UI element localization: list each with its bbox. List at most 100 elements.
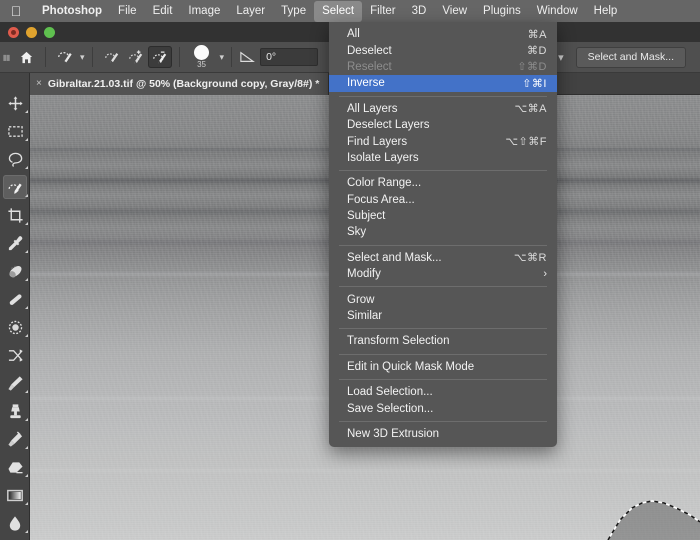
close-window-button[interactable]	[8, 26, 19, 38]
menubar-item-layer[interactable]: Layer	[228, 1, 273, 22]
menu-item-modify[interactable]: Modify ›	[329, 266, 557, 282]
menu-item-color-range[interactable]: Color Range...	[329, 175, 557, 191]
menu-item-label: Sky	[347, 226, 367, 239]
tool-flyout-indicator[interactable]	[25, 110, 28, 113]
angle-input[interactable]: 0°	[260, 48, 319, 66]
crop-tool[interactable]	[0, 201, 30, 229]
move-tool[interactable]	[0, 89, 30, 117]
divider	[45, 47, 46, 67]
quick-selection-preset-icon[interactable]	[53, 46, 77, 68]
select-menu-dropdown[interactable]: All ⌘A Deselect ⌘D Reselect ⇧⌘D Inverse ⇧⌘I All …	[329, 22, 557, 448]
menu-item-edit-in-quick-mask-mode[interactable]: Edit in Quick Mask Mode	[329, 359, 557, 375]
lasso-tool[interactable]	[0, 145, 30, 173]
history-brush-tool[interactable]	[0, 425, 30, 453]
tool-flyout-indicator[interactable]	[25, 418, 28, 421]
menu-item-inverse[interactable]: Inverse ⇧⌘I	[329, 75, 557, 92]
brush-size-preview[interactable]: 35	[187, 45, 217, 69]
tool-flyout-indicator[interactable]	[25, 194, 28, 197]
menubar-item-filter[interactable]: Filter	[362, 1, 404, 22]
tool-flyout-indicator[interactable]	[25, 474, 28, 477]
tool-preset-picker[interactable]: ▾	[53, 46, 85, 68]
tool-flyout-indicator[interactable]	[25, 222, 28, 225]
menu-item-transform-selection[interactable]: Transform Selection	[329, 333, 557, 349]
options-bar-grip[interactable]: ▮▮	[0, 42, 12, 73]
menubar-item-select[interactable]: Select	[314, 0, 363, 22]
tool-flyout-indicator[interactable]	[25, 334, 28, 337]
paintbrush-tool[interactable]	[0, 369, 30, 397]
menubar-item-type[interactable]: Type	[273, 1, 314, 22]
menu-item-new-3d-extrusion[interactable]: New 3D Extrusion	[329, 426, 557, 442]
spot-healing-brush-tool[interactable]	[0, 257, 30, 285]
eraser-tool[interactable]	[0, 453, 30, 481]
menu-item-subject[interactable]: Subject	[329, 208, 557, 224]
menu-item-select-and-mask[interactable]: Select and Mask... ⌥⌘R	[329, 250, 557, 266]
tool-flyout-indicator[interactable]	[25, 446, 28, 449]
angle-control[interactable]: 0°	[239, 48, 319, 66]
menu-item-label: Load Selection...	[347, 386, 433, 399]
home-icon[interactable]	[14, 46, 38, 68]
menubar-item-view[interactable]: View	[434, 1, 475, 22]
apple-logo-icon[interactable]: 	[8, 3, 24, 19]
menu-item-isolate-layers[interactable]: Isolate Layers	[329, 150, 557, 166]
selection-new-icon[interactable]	[100, 46, 124, 68]
menu-item-label: Find Layers	[347, 135, 408, 148]
content-aware-move-tool[interactable]	[0, 313, 30, 341]
chevron-down-icon[interactable]: ▾	[220, 52, 225, 63]
close-icon[interactable]: ×	[36, 78, 42, 89]
menu-item-load-selection[interactable]: Load Selection...	[329, 384, 557, 400]
menubar-item-edit[interactable]: Edit	[145, 1, 181, 22]
minimize-window-button[interactable]	[26, 26, 37, 38]
patch-tool[interactable]	[0, 285, 30, 313]
menubar-item-image[interactable]: Image	[180, 1, 228, 22]
quick-selection-tool[interactable]	[0, 173, 30, 201]
menu-separator	[339, 353, 547, 355]
menubar-item-photoshop[interactable]: Photoshop	[34, 1, 110, 22]
photoshop-window:  PhotoshopFileEditImageLayerTypeSelectF…	[0, 0, 700, 540]
menu-item-focus-area[interactable]: Focus Area...	[329, 192, 557, 208]
menu-item-all[interactable]: All ⌘A	[329, 26, 557, 42]
menu-item-find-layers[interactable]: Find Layers ⌥⇧⌘F	[329, 133, 557, 149]
menu-item-save-selection[interactable]: Save Selection...	[329, 400, 557, 416]
brush-picker[interactable]: 35 ▾	[187, 45, 225, 69]
tool-flyout-indicator[interactable]	[25, 390, 28, 393]
menu-item-sky[interactable]: Sky	[329, 224, 557, 240]
tool-flyout-indicator[interactable]	[25, 278, 28, 281]
brush-size-label: 35	[197, 60, 206, 69]
menubar-item-plugins[interactable]: Plugins	[475, 1, 529, 22]
menubar-item-3d[interactable]: 3D	[404, 1, 435, 22]
rectangular-marquee-tool[interactable]	[0, 117, 30, 145]
chevron-down-icon[interactable]: ▾	[558, 51, 564, 64]
menubar-item-help[interactable]: Help	[586, 1, 626, 22]
tool-flyout-indicator[interactable]	[25, 530, 28, 533]
menu-item-similar[interactable]: Similar	[329, 308, 557, 324]
shuffle-tool[interactable]	[0, 341, 30, 369]
selection-add-icon[interactable]	[124, 46, 148, 68]
menu-item-all-layers[interactable]: All Layers ⌥⌘A	[329, 101, 557, 117]
menu-item-deselect-layers[interactable]: Deselect Layers	[329, 117, 557, 133]
angle-icon	[240, 51, 255, 62]
document-tab[interactable]: × Gibraltar.21.03.tif @ 50% (Background …	[30, 72, 330, 95]
menubar-item-window[interactable]: Window	[529, 1, 586, 22]
zoom-window-button[interactable]	[44, 26, 55, 38]
eyedropper-tool[interactable]	[0, 229, 30, 257]
menu-item-label: Select and Mask...	[347, 251, 442, 264]
tool-flyout-indicator[interactable]	[25, 502, 28, 505]
tool-flyout-indicator[interactable]	[25, 166, 28, 169]
menu-item-label: Similar	[347, 310, 383, 323]
menubar-item-file[interactable]: File	[110, 1, 145, 22]
blur-tool[interactable]	[0, 509, 30, 537]
select-and-mask-button[interactable]: Select and Mask...	[575, 46, 686, 68]
tool-flyout-indicator[interactable]	[25, 306, 28, 309]
tool-flyout-indicator[interactable]	[25, 138, 28, 141]
menu-item-deselect[interactable]: Deselect ⌘D	[329, 42, 557, 58]
menu-item-grow[interactable]: Grow	[329, 291, 557, 307]
marching-ants-selection	[607, 500, 700, 540]
clone-stamp-tool[interactable]	[0, 397, 30, 425]
selection-subtract-icon[interactable]	[147, 46, 172, 68]
chevron-down-icon[interactable]: ▾	[80, 52, 85, 63]
menu-item-label: Isolate Layers	[347, 151, 419, 164]
tool-flyout-indicator[interactable]	[25, 250, 28, 253]
tools-panel	[0, 73, 30, 540]
menu-item-label: All Layers	[347, 102, 398, 115]
gradient-tool[interactable]	[0, 481, 30, 509]
